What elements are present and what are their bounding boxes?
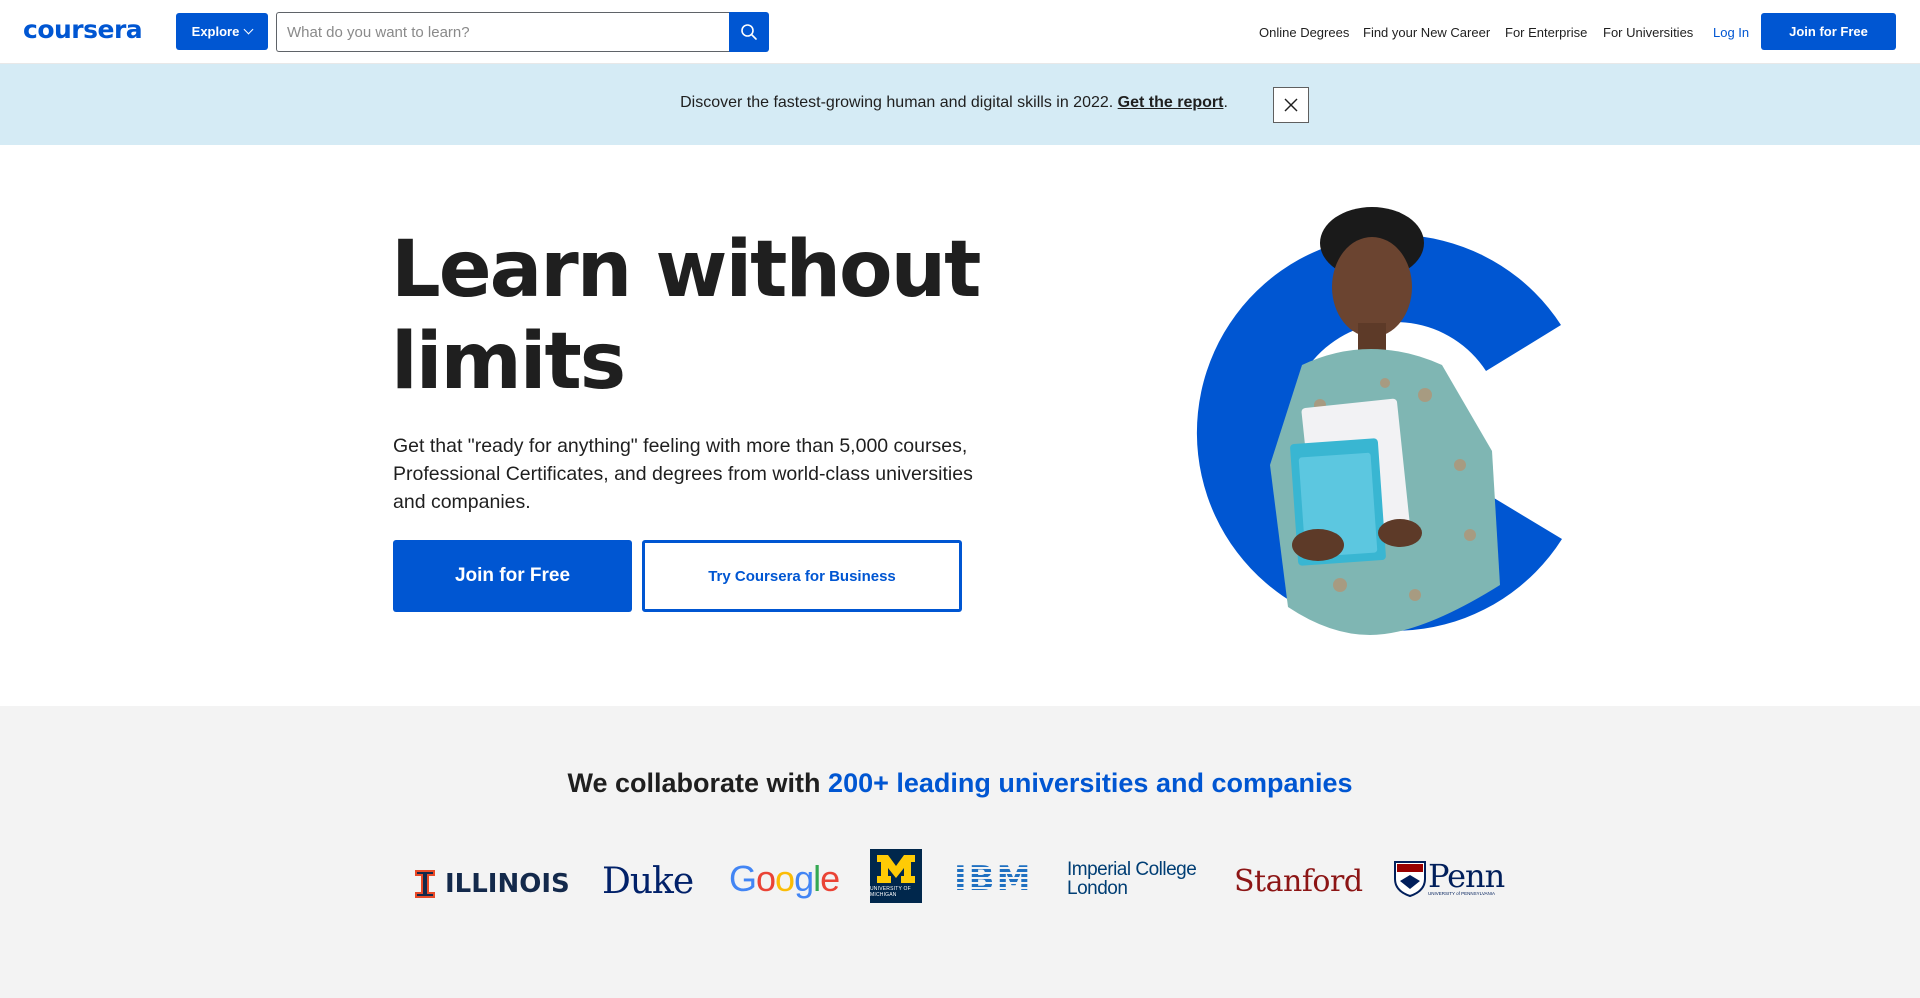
close-icon [1284, 98, 1298, 112]
hero-join-button[interactable]: Join for Free [393, 540, 632, 612]
stanford-wordmark: Stanford [1234, 863, 1363, 899]
imperial-line1: Imperial College [1067, 859, 1197, 880]
illinois-block-i-icon [415, 870, 435, 898]
banner-message: Discover the fastest-growing human and d… [680, 94, 1114, 111]
duke-wordmark: Duke [602, 860, 694, 902]
hero-illustration [1196, 207, 1562, 635]
illinois-logo[interactable]: ILLINOIS [415, 864, 570, 904]
hero-subtitle: Get that "ready for anything" feeling wi… [393, 435, 973, 513]
partners-section: We collaborate with 200+ leading univers… [0, 706, 1920, 998]
google-wordmark: Google [729, 858, 840, 899]
imperial-line2: London [1067, 878, 1128, 899]
penn-caption: UNIVERSITY of PENNSYLVANIA [1428, 891, 1496, 896]
michigan-caption: UNIVERSITY OF MICHIGAN [870, 885, 911, 898]
banner-close-button[interactable] [1273, 87, 1309, 123]
nav-online-degrees[interactable]: Online Degrees [1259, 25, 1349, 40]
nav-find-career[interactable]: Find your New Career [1363, 25, 1490, 40]
partners-title: We collaborate with 200+ leading univers… [0, 768, 1920, 799]
ibm-wordmark: IBM [954, 859, 1033, 899]
penn-logo[interactable]: Penn UNIVERSITY of PENNSYLVANIA [1394, 856, 1505, 902]
duke-logo[interactable]: Duke [602, 856, 694, 906]
promo-banner: Discover the fastest-growing human and d… [0, 64, 1920, 145]
partners-title-prefix: We collaborate with [567, 768, 829, 798]
nav-for-enterprise[interactable]: For Enterprise [1505, 25, 1587, 40]
ibm-logo[interactable]: IBM [954, 859, 1032, 899]
top-header: coursera Explore Online Degrees Find you… [0, 0, 1920, 64]
header-join-button[interactable]: Join for Free [1761, 13, 1896, 50]
top-nav: Online Degrees Find your New Career For … [0, 0, 1920, 64]
banner-suffix: . [1223, 94, 1228, 111]
google-logo[interactable]: Google [729, 854, 840, 904]
penn-shield-icon [1394, 861, 1426, 897]
imperial-logo[interactable]: Imperial College London [1067, 856, 1197, 902]
illinois-wordmark: ILLINOIS [445, 869, 570, 899]
try-business-button[interactable]: Try Coursera for Business [642, 540, 962, 612]
banner-report-link[interactable]: Get the report [1118, 94, 1224, 111]
michigan-block-m-icon [877, 854, 915, 883]
banner-text: Discover the fastest-growing human and d… [0, 94, 1908, 112]
hero-title: Learn without limits [391, 225, 981, 407]
penn-wordmark: Penn [1428, 857, 1505, 895]
nav-for-universities[interactable]: For Universities [1603, 25, 1693, 40]
login-link[interactable]: Log In [1713, 25, 1749, 40]
michigan-logo[interactable]: UNIVERSITY OF MICHIGAN [870, 849, 922, 903]
partners-title-link[interactable]: 200+ leading universities and companies [828, 768, 1352, 798]
stanford-logo[interactable]: Stanford [1234, 856, 1363, 906]
